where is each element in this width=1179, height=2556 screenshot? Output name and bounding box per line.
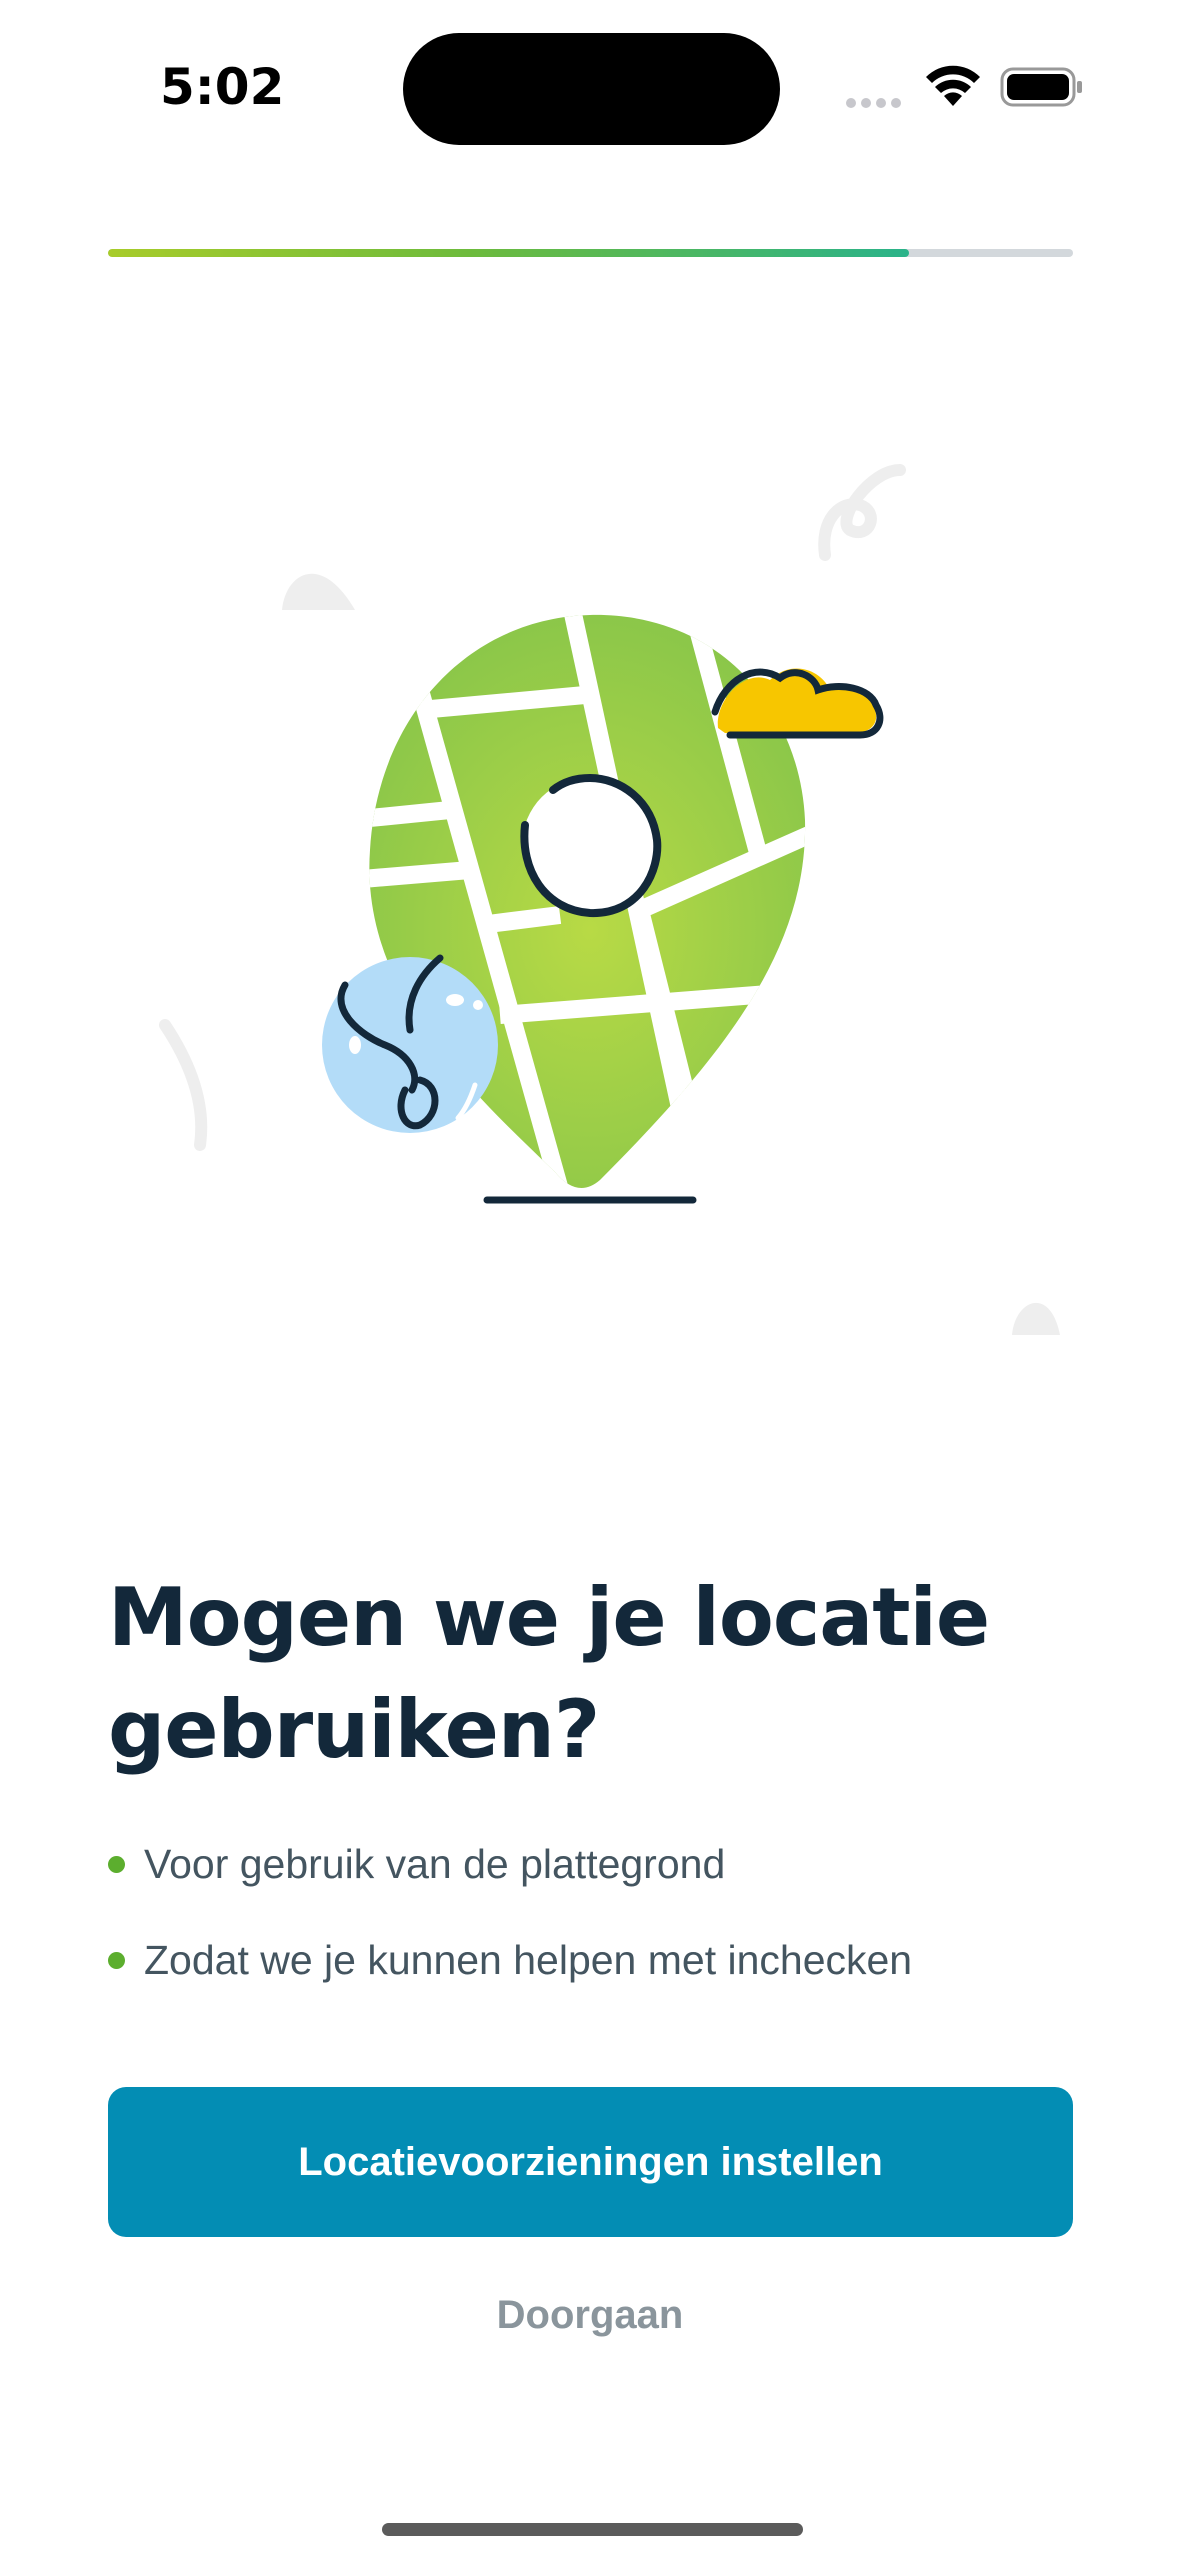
list-item-text: Voor gebruik van de plattegrond (144, 1841, 726, 1887)
page-title-line-2: gebruiken? (108, 1683, 600, 1776)
continue-button[interactable]: Doorgaan (390, 2280, 790, 2350)
home-indicator[interactable] (382, 2523, 803, 2536)
list-item-text: Zodat we je kunnen helpen met inchecken (144, 1937, 913, 1983)
dynamic-island (403, 33, 780, 145)
decor-stone-icon (1012, 1302, 1060, 1335)
page-title: Mogen we je locatie gebruiken? (108, 1562, 1088, 1786)
decor-stone-icon (282, 573, 355, 610)
progress-fill (108, 249, 909, 257)
list-item: Zodat we je kunnen helpen met inchecken (108, 1934, 1108, 2030)
cellular-signal-icon (846, 95, 906, 113)
decor-swirl-icon (818, 464, 906, 561)
enable-location-button[interactable]: Locatievoorzieningen instellen (108, 2087, 1073, 2237)
map-location-pin-icon (159, 464, 1060, 1335)
bullet-dot-icon (108, 1952, 125, 1969)
globe-icon (322, 957, 498, 1133)
benefits-list: Voor gebruik van de plattegrond Zodat we… (108, 1838, 1108, 2030)
battery-icon (1000, 67, 1082, 107)
decor-line-icon (159, 1019, 208, 1151)
wifi-icon (926, 65, 980, 106)
page-title-line-1: Mogen we je locatie (108, 1571, 990, 1664)
status-time: 5:02 (160, 58, 285, 116)
status-bar: 5:02 (0, 0, 1179, 150)
bullet-dot-icon (108, 1856, 125, 1873)
list-item: Voor gebruik van de plattegrond (108, 1838, 1108, 1934)
onboarding-progress-bar (108, 249, 1073, 257)
